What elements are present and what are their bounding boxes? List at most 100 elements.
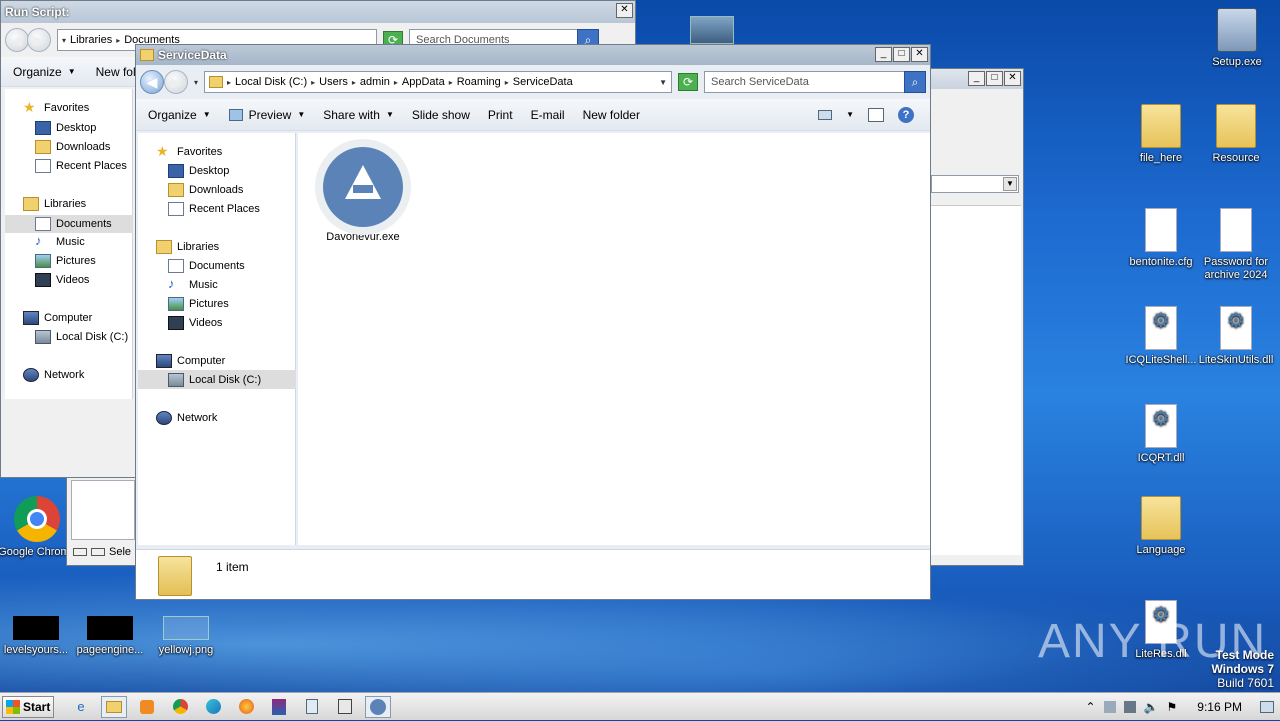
- background-window[interactable]: _ □ ✕ ▼: [930, 68, 1024, 566]
- breadcrumb-item[interactable]: admin: [360, 76, 390, 88]
- nav-desktop[interactable]: Desktop: [168, 164, 229, 178]
- nav-computer[interactable]: Computer: [23, 311, 92, 325]
- nav-documents[interactable]: Documents: [168, 259, 245, 273]
- desktop-icon-pageengine[interactable]: pageengine...: [71, 616, 149, 657]
- network-tray-icon[interactable]: [1123, 701, 1136, 713]
- window-titlebar[interactable]: Run Script:: [1, 1, 635, 23]
- nav-desktop[interactable]: Desktop: [35, 121, 96, 135]
- nav-network[interactable]: Network: [156, 411, 217, 425]
- notepad-icon[interactable]: [299, 696, 325, 718]
- nav-libraries[interactable]: Libraries: [156, 240, 219, 254]
- nav-favorites[interactable]: ★ Favorites: [23, 100, 89, 115]
- nav-computer[interactable]: Computer: [156, 354, 225, 368]
- recent-pages-chevron-icon[interactable]: ▾: [194, 78, 198, 87]
- nav-local-disk[interactable]: Local Disk (C:): [138, 370, 296, 389]
- minimize-button[interactable]: _: [875, 47, 892, 62]
- chevron-down-icon[interactable]: ▼: [846, 110, 854, 119]
- desktop-icon-file-here[interactable]: file_here: [1122, 104, 1200, 165]
- desktop-icon-bentonite[interactable]: bentonite.cfg: [1122, 208, 1200, 269]
- new-folder-button[interactable]: New fol: [96, 65, 136, 79]
- forward-button[interactable]: ▶: [27, 28, 51, 52]
- maximize-button[interactable]: □: [893, 47, 910, 62]
- desktop-icon-password[interactable]: Password for archive 2024: [1197, 208, 1275, 282]
- nav-music[interactable]: ♪ Music: [168, 277, 218, 292]
- search-icon[interactable]: ⌕: [904, 71, 926, 93]
- breadcrumb-item[interactable]: Libraries: [70, 34, 112, 46]
- nav-local-disk[interactable]: Local Disk (C:): [35, 330, 128, 344]
- script-icon[interactable]: [332, 696, 358, 718]
- desktop-icon-language[interactable]: Language: [1122, 496, 1200, 557]
- show-desktop-icon[interactable]: [1260, 701, 1274, 713]
- nav-pictures[interactable]: Pictures: [35, 254, 96, 268]
- close-button[interactable]: ✕: [911, 47, 928, 62]
- nav-music[interactable]: ♪ Music: [35, 234, 85, 249]
- breadcrumb-item[interactable]: AppData: [402, 76, 445, 88]
- print-button[interactable]: Print: [488, 108, 513, 122]
- nav-downloads[interactable]: Downloads: [35, 140, 110, 154]
- nav-downloads[interactable]: Downloads: [168, 183, 243, 197]
- preview-button[interactable]: Preview ▼: [228, 108, 305, 122]
- nav-videos[interactable]: Videos: [168, 316, 222, 330]
- preview-pane-icon[interactable]: [868, 107, 884, 122]
- maximize-button[interactable]: □: [986, 71, 1003, 86]
- back-button[interactable]: ◀: [5, 28, 29, 52]
- nav-videos[interactable]: Videos: [35, 273, 89, 287]
- app-taskbar-icon[interactable]: [365, 695, 391, 718]
- desktop-icon-liteskinutils[interactable]: LiteSkinUtils.dll: [1197, 306, 1275, 367]
- new-folder-button[interactable]: New folder: [583, 108, 640, 122]
- refresh-icon[interactable]: ⟳: [678, 73, 698, 91]
- explorer-window-servicedata[interactable]: ServiceData _ □ ✕ ◀ ▶ ▾ ▸ Local Disk (C:…: [135, 44, 931, 600]
- desktop-icon-icqliteshell[interactable]: ICQLiteShell...: [1122, 306, 1200, 367]
- breadcrumb-item[interactable]: Users: [319, 76, 348, 88]
- close-button[interactable]: ✕: [616, 3, 633, 18]
- email-button[interactable]: E-mail: [531, 108, 565, 122]
- chrome-taskbar-icon[interactable]: [167, 696, 193, 718]
- close-button[interactable]: ✕: [1004, 71, 1021, 86]
- nav-recent[interactable]: Recent Places: [168, 202, 260, 216]
- winrar-icon[interactable]: [266, 696, 292, 718]
- desktop-icon-yellowj[interactable]: yellowj.png: [147, 616, 225, 657]
- media-player-icon[interactable]: [134, 696, 160, 718]
- search-input[interactable]: Search ServiceData ⌕: [704, 71, 926, 93]
- slide-show-button[interactable]: Slide show: [412, 108, 470, 122]
- dropdown-field[interactable]: ▼: [931, 175, 1019, 193]
- start-button[interactable]: Start: [2, 695, 54, 718]
- nav-network[interactable]: Network: [23, 368, 84, 382]
- change-view-icon[interactable]: [818, 109, 833, 120]
- back-button[interactable]: ◀: [140, 70, 164, 94]
- forward-button[interactable]: ▶: [164, 70, 188, 94]
- nav-favorites[interactable]: ★ Favorites: [156, 144, 222, 159]
- desktop-icon-setup[interactable]: Setup.exe: [1198, 8, 1276, 69]
- nav-pictures[interactable]: Pictures: [168, 297, 229, 311]
- window-titlebar[interactable]: ServiceData: [136, 45, 930, 65]
- file-item[interactable]: Davonevur.exe: [308, 139, 418, 243]
- clock[interactable]: 9:16 PM: [1197, 700, 1242, 714]
- ie-icon[interactable]: e: [68, 696, 94, 718]
- firefox-icon[interactable]: [233, 696, 259, 718]
- organize-button[interactable]: Organize ▼: [148, 108, 211, 122]
- desktop-icon-icqrt[interactable]: ICQRT.dll: [1122, 404, 1200, 465]
- breadcrumb[interactable]: ▸ Local Disk (C:) ▸ Users ▸ admin ▸ AppD…: [204, 71, 672, 93]
- desktop-icon-chrome[interactable]: Google Chrome: [0, 496, 76, 559]
- file-list[interactable]: Davonevur.exe: [298, 133, 930, 545]
- nav-documents[interactable]: Documents: [5, 215, 133, 233]
- help-icon[interactable]: ?: [898, 106, 914, 123]
- breadcrumb-item[interactable]: Local Disk (C:): [235, 76, 307, 88]
- share-with-button[interactable]: Share with ▼: [323, 108, 394, 122]
- edge-icon[interactable]: [200, 696, 226, 718]
- desktop-icon-resource[interactable]: Resource: [1197, 104, 1275, 165]
- flag-icon[interactable]: ⚑: [1167, 700, 1178, 714]
- organize-button[interactable]: Organize ▼: [13, 65, 76, 79]
- volume-icon[interactable]: 🔈: [1144, 700, 1159, 714]
- breadcrumb-item[interactable]: Roaming: [457, 76, 501, 88]
- minimize-button[interactable]: _: [968, 71, 985, 86]
- explorer-icon[interactable]: [101, 695, 127, 718]
- breadcrumb-item[interactable]: ServiceData: [513, 76, 573, 88]
- nav-libraries[interactable]: Libraries: [23, 197, 86, 211]
- desktop-icon-image[interactable]: [690, 16, 734, 44]
- nav-recent[interactable]: Recent Places: [35, 159, 127, 173]
- desktop-icon-levelsyours[interactable]: levelsyours...: [0, 616, 75, 657]
- chevron-down-icon[interactable]: ▼: [659, 78, 667, 87]
- tray-app-icon[interactable]: [1103, 701, 1116, 713]
- tray-expand-icon[interactable]: ⌃: [1086, 700, 1096, 714]
